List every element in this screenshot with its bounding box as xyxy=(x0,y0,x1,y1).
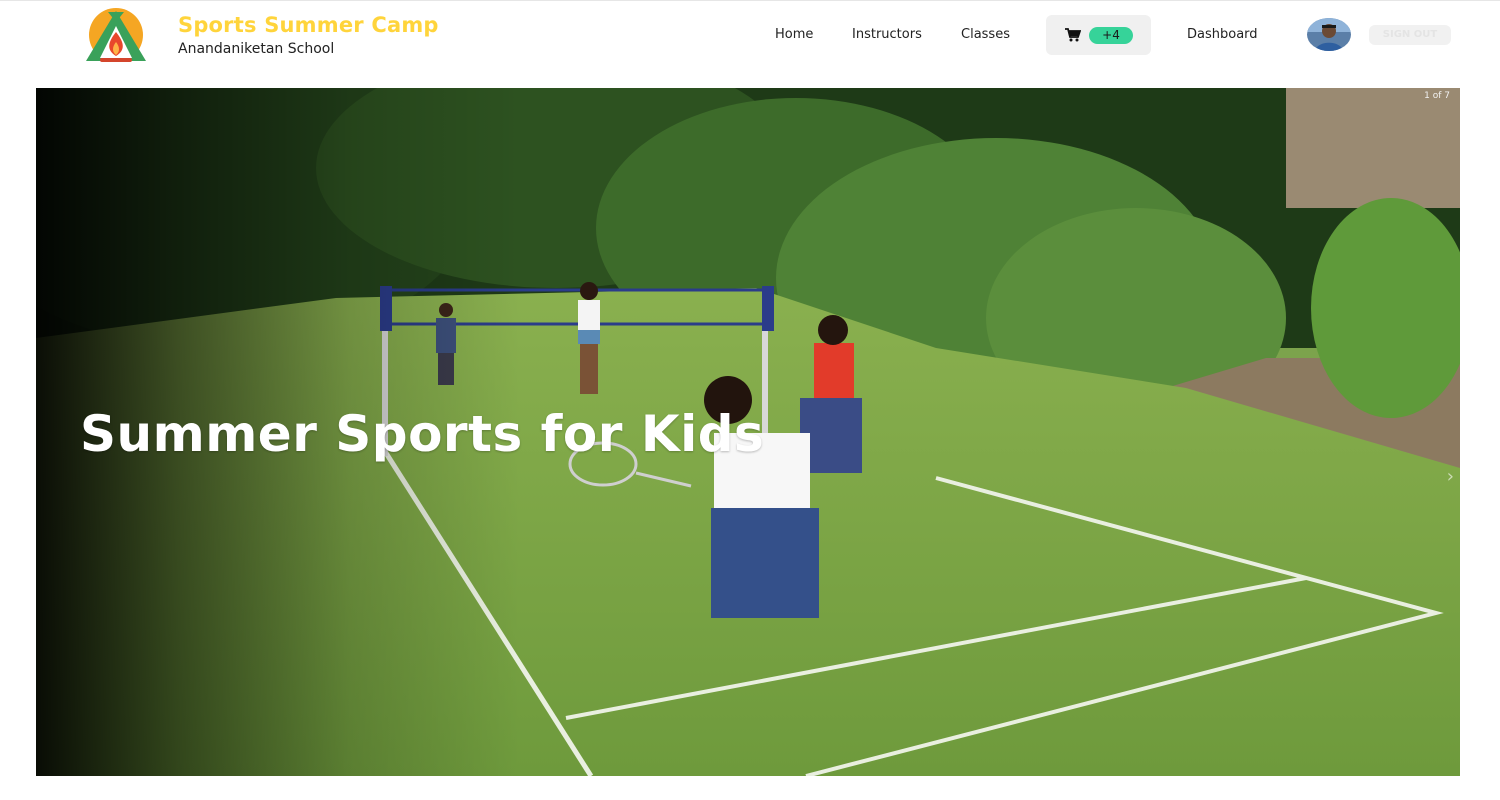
navbar: Sports Summer Camp Anandaniketan School … xyxy=(0,1,1500,73)
user-avatar[interactable] xyxy=(1307,18,1351,51)
chevron-right-icon[interactable]: › xyxy=(1447,466,1454,487)
brand-title: Sports Summer Camp xyxy=(178,13,439,37)
campfire-tent-logo[interactable] xyxy=(78,8,156,64)
slide-counter: 1 of 7 xyxy=(1424,91,1450,101)
cart-button[interactable]: +4 xyxy=(1046,15,1151,55)
cart-count-badge: +4 xyxy=(1089,27,1133,44)
nav-classes[interactable]: Classes xyxy=(961,25,1010,45)
brand: Sports Summer Camp Anandaniketan School xyxy=(178,12,439,59)
nav-home[interactable]: Home xyxy=(775,25,813,45)
cart-icon xyxy=(1065,28,1081,42)
nav-dashboard[interactable]: Dashboard xyxy=(1187,25,1258,45)
hero-carousel: Summer Sports for Kids 1 of 7 › xyxy=(36,88,1460,776)
nav-instructors[interactable]: Instructors xyxy=(852,25,922,45)
hero-title: Summer Sports for Kids xyxy=(80,405,765,463)
brand-subtitle: Anandaniketan School xyxy=(178,41,335,57)
sign-out-button[interactable]: SIGN OUT xyxy=(1369,25,1451,45)
